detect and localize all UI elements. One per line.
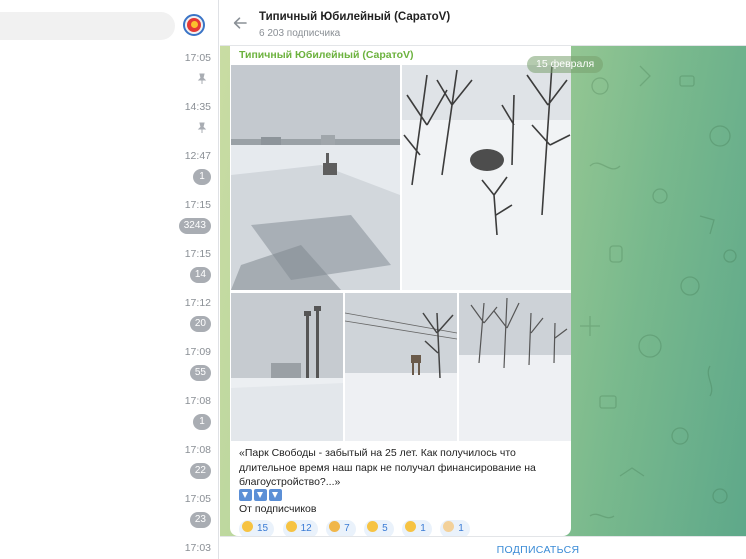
chat-name: [0, 348, 170, 362]
hand-icon: [443, 521, 455, 532]
emoji-icon: [405, 521, 417, 532]
chat-preview: [0, 319, 180, 332]
reaction-4[interactable]: 5: [364, 520, 394, 536]
chat-name: [0, 495, 170, 509]
chat-list-item[interactable]: 14:35: [0, 95, 218, 144]
unread-badge: 23: [189, 512, 211, 528]
chat-preview: [0, 515, 180, 528]
photo-1[interactable]: [231, 65, 400, 290]
message-author[interactable]: Типичный Юбилейный (СаратоV): [239, 49, 414, 61]
chat-list-item[interactable]: 17:05 23: [0, 487, 218, 536]
chat-list-item[interactable]: 17:08 1: [0, 389, 218, 438]
subscriber-count: 6 203 подписчика: [259, 28, 341, 39]
chat-list-item[interactable]: 17:09 55: [0, 340, 218, 389]
message-signature: От подписчиков: [239, 503, 317, 515]
unread-badge: 14: [189, 267, 211, 283]
chat-time: 17:09: [184, 346, 211, 358]
reactions: 15 12 7 5 1 1: [239, 520, 474, 536]
reaction-1[interactable]: 15: [239, 520, 275, 536]
chat-time: 17:05: [184, 52, 211, 64]
unread-badge: 1: [193, 169, 211, 185]
subscribe-bar: ПОДПИСАТЬСЯ: [220, 536, 746, 559]
chat-time: 17:15: [184, 199, 211, 211]
chat-preview: [0, 368, 180, 381]
emoji-icon: [285, 521, 297, 532]
down-arrow-icon: [269, 489, 282, 501]
chat-header: Типичный Юбилейный (СаратоV) 6 203 подпи…: [220, 0, 746, 46]
message-bubble: Типичный Юбилейный (СаратоV) «Парк Свобо…: [230, 46, 571, 536]
search-input[interactable]: [0, 12, 175, 40]
reaction-5[interactable]: 1: [402, 520, 432, 536]
unread-badge: 55: [189, 365, 211, 381]
reaction-6[interactable]: 1: [440, 520, 470, 536]
unread-badge: 22: [189, 463, 211, 479]
unread-badge: 3243: [178, 218, 211, 234]
chat-list-item[interactable]: 17:15 3243: [0, 193, 218, 242]
pin-icon: [197, 73, 207, 84]
unread-badge: 1: [193, 414, 211, 430]
chat-preview: [0, 417, 180, 430]
pin-icon: [197, 122, 207, 133]
avatar[interactable]: [183, 14, 205, 36]
chat-name: [0, 250, 170, 264]
thumbs-up-icon: [329, 521, 341, 532]
chat-time: 17:08: [184, 444, 211, 456]
chat-time: 17:12: [184, 297, 211, 309]
chat-area: Типичный Юбилейный (СаратоV) «Парк Свобо…: [220, 46, 746, 536]
chat-name: [0, 152, 170, 166]
message-text: «Парк Свободы - забытый на 25 лет. Как п…: [239, 447, 536, 488]
arrow-emoji-row: [239, 488, 284, 502]
chat-list-item[interactable]: 17:03: [0, 536, 218, 559]
chat-time: 14:35: [184, 101, 211, 113]
chat-name: [0, 201, 170, 215]
chat-preview: [0, 221, 180, 234]
emoji-icon: [367, 521, 379, 532]
chat-time: 17:08: [184, 395, 211, 407]
chat-time: 17:15: [184, 248, 211, 260]
chat-name: [0, 446, 170, 460]
reaction-3[interactable]: 7: [326, 520, 356, 536]
down-arrow-icon: [254, 489, 267, 501]
chat-list-item[interactable]: 12:47 1: [0, 144, 218, 193]
photo-4[interactable]: [345, 293, 457, 441]
back-arrow-icon[interactable]: [232, 15, 248, 31]
chat-preview: [0, 172, 180, 185]
chat-name: [0, 299, 170, 313]
chat-name: [0, 54, 170, 68]
chat-list-item[interactable]: 17:05: [0, 46, 218, 95]
chat-time: 17:05: [184, 493, 211, 505]
chat-preview: [0, 466, 180, 479]
chat-name: [0, 397, 170, 411]
chat-list-panel: 17:05 14:35 12:47 1 17:15 3243 17:15 14 17:12 20 1…: [0, 0, 219, 559]
chat-name: [0, 103, 170, 117]
subscribe-button[interactable]: ПОДПИСАТЬСЯ: [497, 544, 580, 556]
chat-preview: [0, 123, 180, 136]
chat-list-item[interactable]: 17:15 14: [0, 242, 218, 291]
down-arrow-icon: [239, 489, 252, 501]
emoji-icon: [242, 521, 253, 532]
photo-5[interactable]: [459, 293, 571, 441]
chat-time: 17:03: [184, 542, 211, 554]
reaction-2[interactable]: 12: [282, 520, 318, 536]
chat-list-item[interactable]: 17:08 22: [0, 438, 218, 487]
photo-3[interactable]: [231, 293, 343, 441]
unread-badge: 20: [189, 316, 211, 332]
photo-2[interactable]: [402, 65, 571, 290]
chat-preview: [0, 270, 180, 283]
chat-time: 12:47: [184, 150, 211, 162]
date-pill: 15 февраля: [527, 56, 604, 73]
chat-preview: [0, 74, 180, 87]
channel-title[interactable]: Типичный Юбилейный (СаратоV): [259, 11, 450, 23]
chat-list-item[interactable]: 17:12 20: [0, 291, 218, 340]
chat-name: [0, 544, 170, 558]
